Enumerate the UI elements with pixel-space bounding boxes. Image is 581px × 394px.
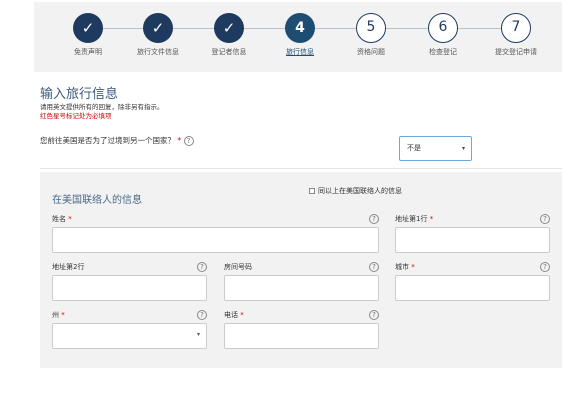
transit-select-value: 不是	[407, 144, 421, 152]
address1-input[interactable]	[395, 227, 550, 253]
apartment-input[interactable]	[224, 275, 379, 301]
step-number: 7	[501, 13, 531, 43]
progress-stepper: ✓ 免责声明 ✓ 旅行文件信息 ✓ 登记者信息 4 旅行信息 5 资格问题 6 …	[34, 2, 562, 72]
address2-input[interactable]	[52, 275, 207, 301]
step-6: 6 检查登记	[403, 13, 483, 57]
step-5: 5 资格问题	[331, 13, 411, 57]
step-label: 登记者信息	[211, 48, 247, 56]
help-icon[interactable]: ?	[197, 310, 207, 320]
divider	[40, 168, 562, 169]
same-as-contact-row[interactable]: 同以上在美国联络人的信息	[309, 186, 402, 196]
phone-input[interactable]	[224, 323, 379, 349]
apartment-label: 房间号码	[224, 263, 252, 271]
step-label: 提交登记申请	[495, 48, 537, 56]
required-note: 红色星号标记处为必填项	[40, 112, 112, 120]
name-input[interactable]	[52, 227, 379, 253]
help-icon[interactable]: ?	[197, 262, 207, 272]
transit-question-text: 您前往美国是否为了过境到另一个国家？	[40, 136, 175, 145]
transit-question: 您前往美国是否为了过境到另一个国家？ * ?	[40, 135, 194, 146]
step-4-current[interactable]: 4 旅行信息	[260, 13, 340, 57]
check-icon: ✓	[73, 13, 103, 43]
state-select[interactable]: ▾	[52, 323, 207, 349]
page-title: 输入旅行信息	[40, 87, 119, 102]
chevron-down-icon: ▾	[196, 331, 200, 338]
step-7: 7 提交登记申请	[476, 13, 556, 57]
check-icon: ✓	[214, 13, 244, 43]
name-label: 姓名 *	[52, 215, 72, 223]
step-number: 5	[356, 13, 386, 43]
help-icon[interactable]: ?	[183, 136, 194, 146]
same-as-contact-label: 同以上在美国联络人的信息	[318, 187, 402, 195]
step-label: 免责声明	[74, 48, 102, 56]
instructions: 请用英文提供所有的回复，除非另有指示。 红色星号标记处为必填项	[40, 103, 164, 121]
instruction-text: 请用英文提供所有的回复，除非另有指示。	[40, 103, 164, 111]
check-icon: ✓	[143, 13, 173, 43]
step-3[interactable]: ✓ 登记者信息	[189, 13, 269, 57]
city-input[interactable]	[395, 275, 550, 301]
step-2[interactable]: ✓ 旅行文件信息	[118, 13, 198, 57]
chevron-down-icon: ▾	[461, 145, 465, 152]
required-star: *	[177, 136, 182, 145]
state-label: 州 *	[52, 311, 65, 319]
help-icon[interactable]: ?	[369, 310, 379, 320]
address2-label: 地址第2行	[52, 263, 85, 271]
step-1[interactable]: ✓ 免责声明	[48, 13, 128, 57]
step-label: 旅行文件信息	[137, 48, 179, 56]
help-icon[interactable]: ?	[369, 214, 379, 224]
transit-select[interactable]: 不是 ▾	[399, 136, 472, 161]
address1-label: 地址第1行 *	[395, 215, 434, 223]
step-label: 旅行信息	[286, 48, 314, 56]
step-number: 4	[285, 13, 315, 43]
phone-label: 电话 *	[224, 311, 244, 319]
same-as-contact-checkbox[interactable]	[309, 188, 315, 194]
help-icon[interactable]: ?	[540, 214, 550, 224]
help-icon[interactable]: ?	[540, 262, 550, 272]
step-number: 6	[428, 13, 458, 43]
step-label: 资格问题	[357, 48, 385, 56]
step-label: 检查登记	[429, 48, 457, 56]
section-title: 在美国联络人的信息	[52, 195, 142, 206]
help-icon[interactable]: ?	[369, 262, 379, 272]
us-contact-panel: 在美国联络人的信息 姓名 * ? 地址第1行 * ? 地址第2行 ? 房间号码 …	[40, 172, 562, 368]
city-label: 城市 *	[395, 263, 415, 271]
